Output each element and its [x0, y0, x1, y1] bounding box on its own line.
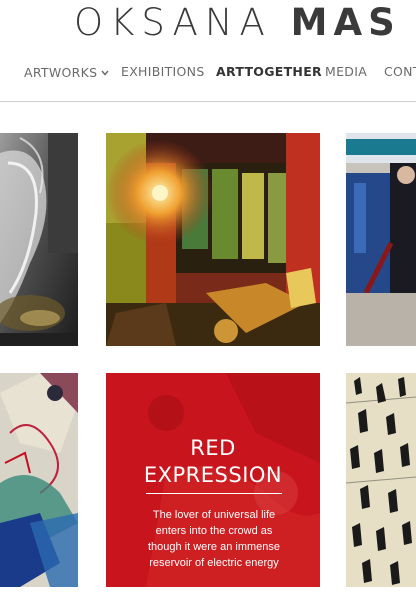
artwork-tile-red-expression[interactable]: RED EXPRESSION The lover of universal li…	[106, 373, 320, 587]
main-nav: / ARTWORKS EXHIBITIONS ARTTOGETHER MEDIA…	[0, 60, 416, 86]
nav-item-contact[interactable]: CONT	[384, 60, 416, 84]
artwork-tile-street[interactable]	[346, 133, 416, 346]
artwork-image-figures	[346, 373, 416, 587]
nav-item-label: EXHIBITIONS	[121, 64, 205, 79]
nav-item-label: CONT	[384, 64, 416, 79]
featured-title-line1: RED	[190, 436, 236, 460]
artwork-image-terrace	[106, 133, 320, 346]
artwork-image-collage	[0, 373, 78, 587]
artwork-tile-collage[interactable]	[0, 373, 78, 587]
artwork-image-glass	[0, 133, 78, 346]
nav-item-label: ARTWORKS	[24, 65, 98, 80]
nav-item-arttogether[interactable]: ARTTOGETHER	[216, 60, 322, 84]
nav-item-media[interactable]: MEDIA	[325, 60, 367, 84]
featured-title-line2: EXPRESSION	[143, 463, 283, 487]
artwork-image-street	[346, 133, 416, 346]
nav-divider	[0, 101, 416, 102]
site-title-last: MAS	[290, 1, 401, 44]
site-title[interactable]: OKSANA MAS	[74, 0, 401, 46]
artwork-tile-terrace[interactable]	[106, 133, 320, 346]
featured-title: RED EXPRESSION	[106, 435, 320, 489]
featured-divider	[146, 493, 282, 494]
nav-item-exhibitions[interactable]: EXHIBITIONS	[121, 60, 205, 84]
nav-item-label: ARTTOGETHER	[216, 64, 322, 79]
site-title-first: OKSANA	[74, 1, 272, 44]
nav-item-label: MEDIA	[325, 64, 368, 79]
chevron-down-icon	[101, 60, 109, 84]
artwork-tile-figures[interactable]	[346, 373, 416, 587]
featured-description: The lover of universal life enters into …	[147, 509, 281, 569]
nav-item-artworks[interactable]: ARTWORKS	[24, 60, 109, 85]
artwork-tile-glass[interactable]	[0, 133, 78, 346]
